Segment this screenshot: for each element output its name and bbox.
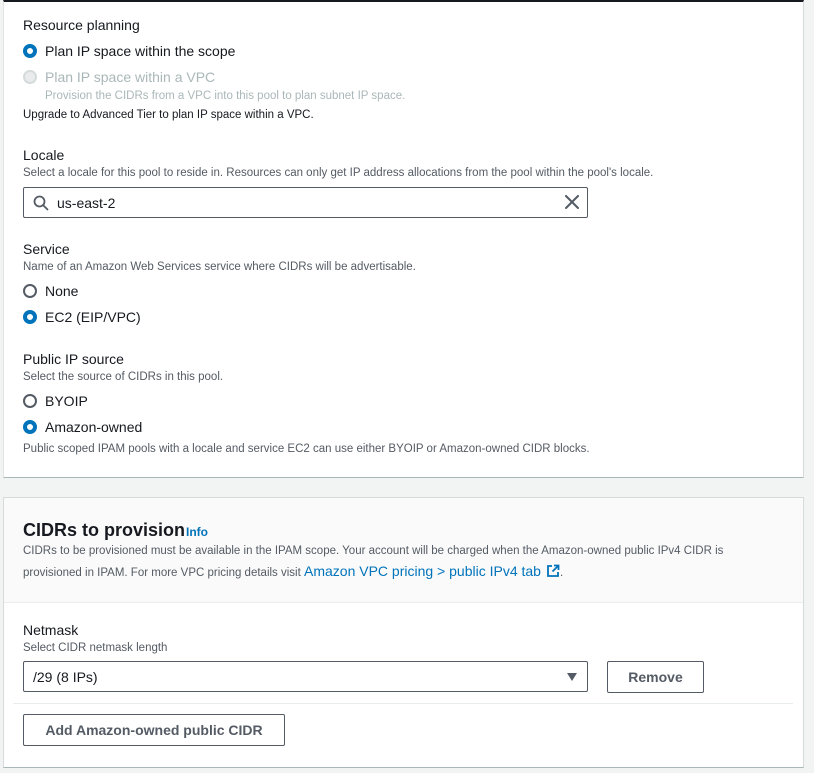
netmask-value: /29 (8 IPs)	[33, 669, 98, 685]
remove-button[interactable]: Remove	[607, 661, 704, 693]
service-ec2-label[interactable]: EC2 (EIP/VPC)	[45, 309, 141, 325]
service-none-label[interactable]: None	[45, 283, 78, 299]
upgrade-note: Upgrade to Advanced Tier to plan IP spac…	[23, 109, 314, 121]
locale-description: Select a locale for this pool to reside …	[23, 167, 654, 179]
cidrs-description-prefix: provisioned in IPAM. For more VPC pricin…	[23, 567, 304, 579]
clear-icon[interactable]	[565, 195, 579, 214]
resource-planning-label: Resource planning	[23, 17, 140, 33]
locale-value: us-east-2	[57, 195, 116, 211]
cidrs-description-suffix: .	[559, 567, 564, 579]
caret-down-icon	[567, 673, 577, 681]
plan-vpc-description: Provision the CIDRs from a VPC into this…	[45, 90, 406, 102]
amazon-owned-label[interactable]: Amazon-owned	[45, 419, 142, 435]
locale-label: Locale	[23, 147, 65, 163]
plan-vpc-radio	[23, 70, 37, 84]
byoip-label[interactable]: BYOIP	[45, 393, 88, 409]
locale-input[interactable]: us-east-2	[23, 187, 588, 218]
public-ip-source-description: Select the source of CIDRs in this pool.	[23, 371, 224, 383]
plan-scope-radio[interactable]	[23, 44, 37, 58]
search-icon	[33, 195, 49, 216]
divider	[13, 703, 793, 704]
plan-scope-label[interactable]: Plan IP space within the scope	[45, 43, 235, 59]
byoip-radio[interactable]	[23, 394, 37, 408]
cidrs-title: CIDRs to provision	[23, 520, 186, 540]
service-label: Service	[23, 241, 70, 257]
cidrs-description-line1: CIDRs to be provisioned must be availabl…	[23, 545, 724, 557]
cidrs-description-line2: provisioned in IPAM. For more VPC pricin…	[23, 563, 563, 581]
amazon-owned-radio[interactable]	[23, 420, 37, 434]
info-link[interactable]: Info	[186, 525, 208, 539]
service-ec2-radio[interactable]	[23, 310, 37, 324]
vpc-pricing-link[interactable]: Amazon VPC pricing > public IPv4 tab	[304, 563, 541, 579]
public-ip-source-label: Public IP source	[23, 351, 124, 367]
netmask-label: Netmask	[23, 622, 79, 638]
netmask-select[interactable]: /29 (8 IPs)	[23, 661, 588, 692]
external-link-icon[interactable]	[546, 564, 560, 581]
add-cidr-button[interactable]: Add Amazon-owned public CIDR	[23, 714, 285, 746]
service-none-radio[interactable]	[23, 284, 37, 298]
netmask-description: Select CIDR netmask length	[23, 642, 168, 654]
public-ip-note: Public scoped IPAM pools with a locale a…	[23, 443, 590, 455]
plan-vpc-label: Plan IP space within a VPC	[45, 69, 216, 85]
service-description: Name of an Amazon Web Services service w…	[23, 261, 416, 273]
